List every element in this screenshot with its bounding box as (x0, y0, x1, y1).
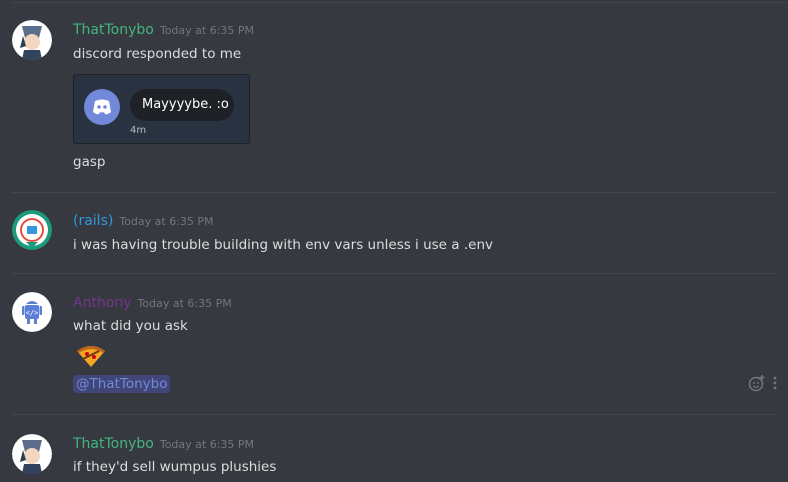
message-text: i was having trouble building with env v… (73, 237, 493, 253)
pizza-emoji-icon (75, 343, 107, 369)
username[interactable]: Anthony (73, 295, 132, 311)
message-text: discord responded to me (73, 46, 242, 62)
message-text: what did you ask (73, 318, 188, 334)
message-text: if they'd sell wumpus plushies (73, 459, 277, 475)
timestamp: Today at 6:35 PM (159, 24, 255, 37)
avatar[interactable] (12, 434, 52, 474)
timestamp: Today at 6:35 PM (119, 215, 214, 228)
avatar[interactable]: </> (12, 292, 52, 332)
avatar[interactable] (12, 210, 52, 250)
message-group-rails: (rails) Today at 6:35 PM i was having tr… (0, 192, 788, 274)
username[interactable]: (rails) (73, 213, 113, 229)
user-mention[interactable]: @ThatTonybo (73, 375, 171, 393)
message-group-thattonybo-1: ThatTonybo Today at 6:35 PM discord resp… (0, 0, 788, 192)
image-attachment[interactable]: Mayyyybe. :o 4m (73, 74, 250, 144)
svg-text:</>: </> (26, 309, 39, 317)
message-text: gasp (73, 154, 106, 170)
add-reaction-icon[interactable] (748, 374, 766, 396)
timestamp: Today at 6:35 PM (137, 297, 232, 310)
message-group-thattonybo-2: ThatTonybo Today at 6:35 PM if they'd se… (0, 414, 788, 482)
chat-bubble: Mayyyybe. :o (130, 89, 234, 121)
message-actions (748, 374, 778, 396)
more-icon[interactable] (772, 375, 778, 395)
timestamp: Today at 6:35 PM (159, 438, 255, 451)
username[interactable]: ThatTonybo (73, 436, 154, 452)
avatar[interactable] (12, 20, 52, 60)
discord-logo-icon (84, 89, 120, 125)
username[interactable]: ThatTonybo (73, 22, 154, 38)
relative-time: 4m (130, 125, 147, 136)
